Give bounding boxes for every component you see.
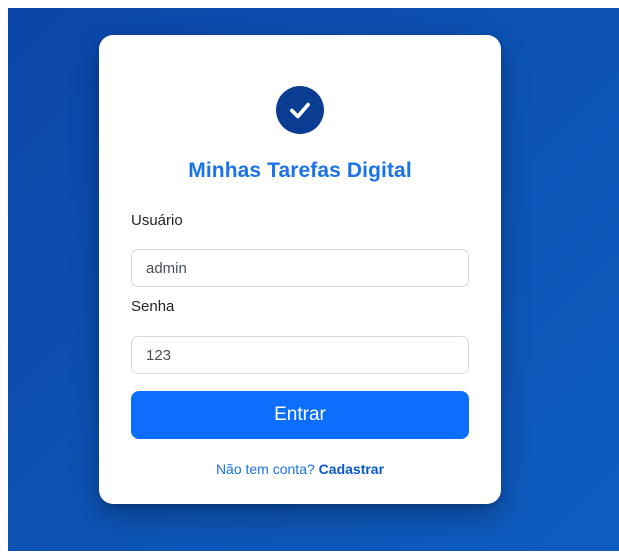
password-input[interactable] — [131, 336, 469, 374]
app-title: Minhas Tarefas Digital — [188, 159, 412, 182]
signup-prompt: Não tem conta? Cadastrar — [99, 461, 501, 477]
login-button[interactable]: Entrar — [131, 391, 469, 439]
password-label: Senha — [131, 298, 175, 315]
signup-prompt-text: Não tem conta? — [215, 461, 319, 477]
page-background: Minhas Tarefas Digital Usuário Senha Ent… — [8, 8, 619, 551]
login-card: Minhas Tarefas Digital Usuário Senha Ent… — [99, 35, 501, 504]
username-input[interactable] — [131, 249, 469, 287]
logo-badge — [276, 86, 324, 134]
username-label: Usuário — [131, 212, 183, 229]
check-icon — [290, 102, 310, 119]
signup-link[interactable]: Cadastrar — [319, 461, 384, 477]
